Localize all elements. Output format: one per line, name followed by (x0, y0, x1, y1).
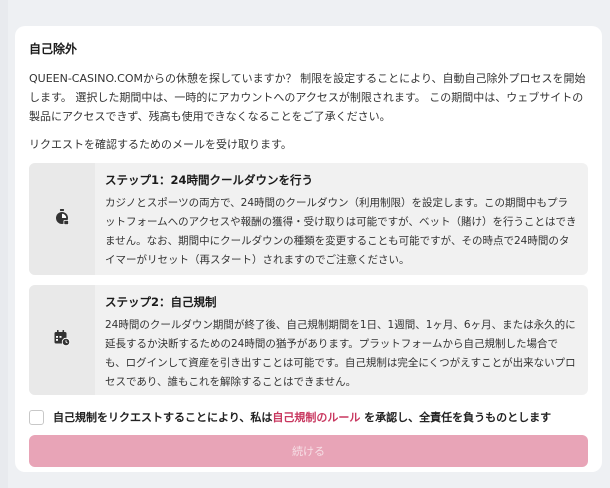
step-1-icon-column (29, 163, 95, 275)
email-confirm-note: リクエストを確認するためのメールを受け取ります。 (29, 138, 292, 151)
step-2-text: 24時間のクールダウン期間が終了後、自己規制期間を1日、1週間、1ヶ月、6ヶ月、… (105, 319, 576, 388)
continue-button[interactable]: 続ける (29, 435, 588, 467)
step-2-title: ステップ2：自己規制 (105, 295, 217, 309)
step-2-panel: ステップ2：自己規制 24時間のクールダウン期間が終了後、自己規制期間を1日、1… (29, 285, 588, 395)
step-1-text: カジノとスポーツの両方で、24時間のクールダウン（利用制限）を設定します。この期… (105, 197, 577, 266)
left-panel-edge (0, 0, 8, 488)
calendar-clock-icon (53, 329, 71, 351)
step-1-title: ステップ1：24時間クールダウンを行う (105, 173, 314, 187)
section-description: QUEEN-CASINO.COMからの休憩を探していますか？ 制限を設定すること… (29, 72, 586, 123)
step-2-icon-column (29, 285, 95, 395)
agreement-checkbox[interactable] (29, 409, 44, 425)
section-title: 自己除外 (29, 42, 78, 56)
stopwatch-icon (53, 208, 71, 230)
agreement-text: 自己規制をリクエストすることにより、私は自己規制のルール を承認し、全責任を負う… (53, 409, 551, 425)
self-exclusion-card: 自己除外 QUEEN-CASINO.COMからの休憩を探していますか？ 制限を設… (15, 26, 602, 472)
agreement-row: 自己規制をリクエストすることにより、私は自己規制のルール を承認し、全責任を負う… (29, 405, 588, 429)
step-1-panel: ステップ1：24時間クールダウンを行う カジノとスポーツの両方で、24時間のクー… (29, 163, 588, 275)
self-regulation-rules-link[interactable]: 自己規制のルール (272, 411, 360, 424)
agreement-text-before: 自己規制をリクエストすることにより、私は (53, 411, 273, 424)
agreement-text-after: を承認し、全責任を負うものとします (360, 411, 552, 424)
